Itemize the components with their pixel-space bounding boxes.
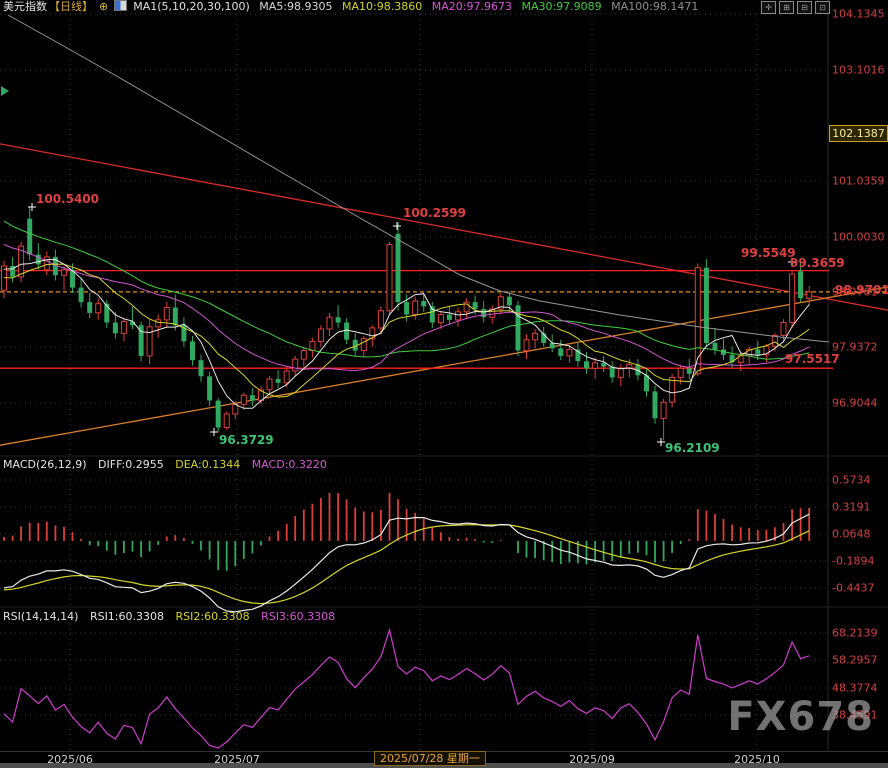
ma-settings-label[interactable]: MA1(5,10,20,30,100)	[133, 0, 250, 13]
left-edge-marker	[1, 86, 9, 96]
expand-icon[interactable]: ⊕	[99, 0, 108, 13]
macd-value: MACD:0.3220	[252, 458, 327, 471]
crosshair-tool-icon[interactable]: ✛	[761, 1, 776, 14]
period-label: 【日线】	[49, 0, 93, 13]
price-tag: 99.3659	[790, 256, 845, 270]
rsi-axis-label: 48.3774	[832, 682, 878, 695]
fx678-watermark: FX678	[727, 694, 874, 740]
macd-params[interactable]: MACD(26,12,9)	[3, 458, 87, 471]
chart-header: 美元指数【日线】 ⊕ MA1(5,10,20,30,100) MA5:98.9305…	[3, 0, 704, 14]
price-tag: 96.3729	[219, 433, 274, 447]
instrument-title: 美元指数	[3, 0, 47, 13]
rsi-axis-label: 68.2139	[832, 627, 878, 640]
chart-thumbnail-icon[interactable]	[114, 0, 127, 11]
pane-layout-icon-3[interactable]: ⊡	[815, 1, 830, 14]
ma20-value: MA20:97.9673	[432, 0, 512, 13]
price-axis-label: 104.1345	[832, 8, 885, 21]
candlestick-chart-canvas[interactable]	[0, 0, 888, 768]
chart-window: 美元指数【日线】 ⊕ MA1(5,10,20,30,100) MA5:98.9305…	[0, 0, 888, 768]
rsi3-value: RSI3:60.3308	[261, 610, 335, 623]
ma10-value: MA10:98.3860	[342, 0, 422, 13]
macd-diff-value: DIFF:0.2955	[98, 458, 164, 471]
ma5-value: MA5:98.9305	[259, 0, 332, 13]
pane-layout-icon-2[interactable]: ⊟	[797, 1, 812, 14]
macd-axis-label: 0.3191	[832, 501, 871, 514]
macd-axis-label: -0.1894	[832, 555, 874, 568]
rsi-axis-label: 58.2957	[832, 654, 878, 667]
price-axis-label: 103.1016	[832, 64, 885, 77]
ma30-value: MA30:97.9089	[521, 0, 601, 13]
extreme-cross-marker	[393, 222, 401, 230]
price-tag: 99.5549	[741, 246, 796, 260]
rsi-header: RSI(14,14,14) RSI1:60.3308 RSI2:60.3308 …	[3, 610, 335, 624]
macd-axis-label: 0.0648	[832, 528, 871, 541]
macd-dea-value: DEA:0.1344	[175, 458, 240, 471]
price-tag: 97.5517	[785, 352, 840, 366]
pane-layout-icon-1[interactable]: ⊞	[779, 1, 794, 14]
chart-toolbar: ✛ ⊞ ⊟ ⊡	[761, 1, 830, 14]
price-axis-label: 96.9044	[832, 397, 878, 410]
crosshair-price-box: 102.1387	[829, 125, 888, 142]
price-tag: 98.9701	[835, 283, 888, 297]
macd-header: MACD(26,12,9) DIFF:0.2955 DEA:0.1344 MAC…	[3, 458, 327, 472]
price-tag: 100.2599	[403, 206, 466, 220]
macd-axis-label: -0.4437	[832, 582, 874, 595]
crosshair-date-box: 2025/07/28 星期一	[374, 751, 486, 766]
rsi2-value: RSI2:60.3308	[176, 610, 250, 623]
extreme-cross-marker	[210, 428, 218, 436]
macd-axis-label: 0.5734	[832, 474, 871, 487]
price-axis-label: 101.0359	[832, 175, 885, 188]
rsi1-value: RSI1:60.3308	[90, 610, 164, 623]
price-axis-label: 100.0030	[832, 231, 885, 244]
price-tag: 96.2109	[665, 441, 720, 455]
rsi-params[interactable]: RSI(14,14,14)	[3, 610, 78, 623]
ma100-value: MA100:98.1471	[611, 0, 698, 13]
price-tag: 100.5400	[36, 192, 99, 206]
